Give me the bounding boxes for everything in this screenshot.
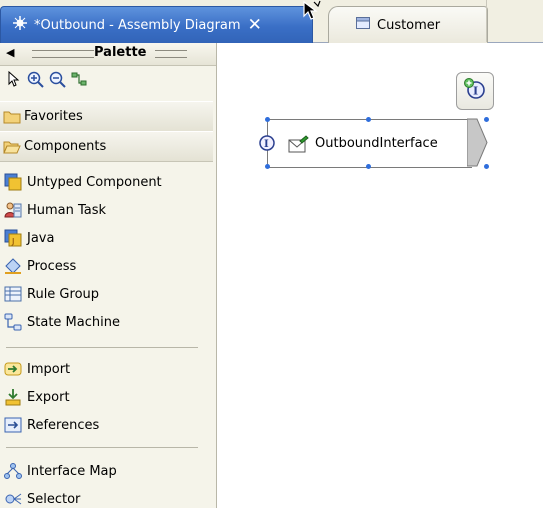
business-object-icon (355, 16, 371, 34)
human-task-icon (3, 201, 23, 219)
mouse-cursor-icon (302, 0, 324, 26)
item-label: Java (27, 230, 55, 246)
palette-item-import[interactable]: Import (0, 355, 212, 383)
close-icon[interactable]: ✕ (248, 16, 262, 34)
tab-customer[interactable]: Customer (328, 6, 488, 43)
selection-handle[interactable] (484, 164, 489, 169)
editor-tab-bar: *Outbound - Assembly Diagram ✕ Customer (0, 0, 543, 43)
folder-open-icon (3, 140, 21, 154)
wire-icon[interactable] (71, 71, 87, 87)
palette-item-export[interactable]: Export (0, 383, 212, 411)
select-arrow-icon[interactable] (6, 71, 22, 87)
palette-item-selector[interactable]: Selector (0, 485, 212, 508)
palette-separator (6, 347, 198, 348)
item-label: Untyped Component (27, 174, 162, 190)
tab-outbound-assembly-diagram[interactable]: *Outbound - Assembly Diagram ✕ (0, 6, 313, 43)
item-label: Interface Map (27, 463, 117, 479)
tab-label: Customer (377, 17, 441, 33)
item-label: Process (27, 258, 77, 274)
untyped-component-icon (3, 173, 23, 191)
drawer-components[interactable]: Components (0, 131, 213, 162)
references-icon (3, 416, 23, 434)
selection-handle[interactable] (366, 117, 371, 122)
item-label: State Machine (27, 314, 120, 330)
import-icon (3, 360, 23, 378)
add-interface-icon: I (463, 77, 487, 105)
item-label: Selector (27, 491, 81, 507)
java-component-icon: J (3, 229, 23, 247)
palette-item-rule-group[interactable]: Rule Group (0, 280, 212, 308)
svg-text:I: I (264, 139, 269, 150)
palette-separator (6, 447, 198, 448)
palette-panel: ◀ Palette Favorites Components Untyped C… (0, 43, 217, 508)
component-node-label: OutboundInterface (315, 136, 438, 151)
selector-icon (3, 490, 23, 508)
diagram-canvas[interactable] (217, 43, 543, 508)
item-label: Export (27, 389, 70, 405)
item-label: Import (27, 361, 71, 377)
item-label: References (27, 417, 100, 433)
process-icon (3, 257, 23, 275)
assembly-diagram-icon (11, 15, 29, 35)
palette-item-state-machine[interactable]: State Machine (0, 308, 212, 336)
drawer-label: Components (24, 139, 107, 154)
zoom-out-icon[interactable] (49, 71, 66, 88)
palette-item-references[interactable]: References (0, 411, 212, 439)
selection-handle[interactable] (265, 164, 270, 169)
folder-icon (3, 110, 21, 124)
grip-handle[interactable] (32, 50, 94, 58)
svg-text:I: I (473, 85, 478, 98)
grip-handle[interactable] (155, 50, 187, 58)
add-interface-button[interactable]: I (456, 72, 494, 110)
palette-item-process[interactable]: Process (0, 252, 212, 280)
palette-title: Palette (94, 45, 147, 60)
interface-map-icon (3, 462, 23, 480)
selection-handle[interactable] (265, 117, 270, 122)
palette-header[interactable]: ◀ Palette (0, 43, 216, 66)
export-icon (3, 388, 23, 406)
collapse-arrow-icon[interactable]: ◀ (6, 46, 14, 59)
component-type-icon (288, 135, 310, 157)
palette-item-java[interactable]: J Java (0, 224, 212, 252)
rule-group-icon (3, 285, 23, 303)
selection-handle[interactable] (366, 164, 371, 169)
drawer-favorites[interactable]: Favorites (0, 101, 213, 132)
palette-item-interface-map[interactable]: Interface Map (0, 457, 212, 485)
svg-text:J: J (11, 237, 14, 246)
palette-item-human-task[interactable]: Human Task (0, 196, 212, 224)
selection-handle[interactable] (484, 117, 489, 122)
item-label: Rule Group (27, 286, 100, 302)
tab-label: *Outbound - Assembly Diagram (34, 17, 241, 33)
item-label: Human Task (27, 202, 107, 218)
palette-item-untyped-component[interactable]: Untyped Component (0, 168, 212, 196)
palette-toolbar (6, 68, 87, 90)
zoom-in-icon[interactable] (27, 71, 44, 88)
drawer-label: Favorites (24, 109, 83, 124)
state-machine-icon (3, 313, 23, 331)
interface-icon[interactable]: I (258, 134, 276, 156)
tab-divider (486, 0, 487, 42)
